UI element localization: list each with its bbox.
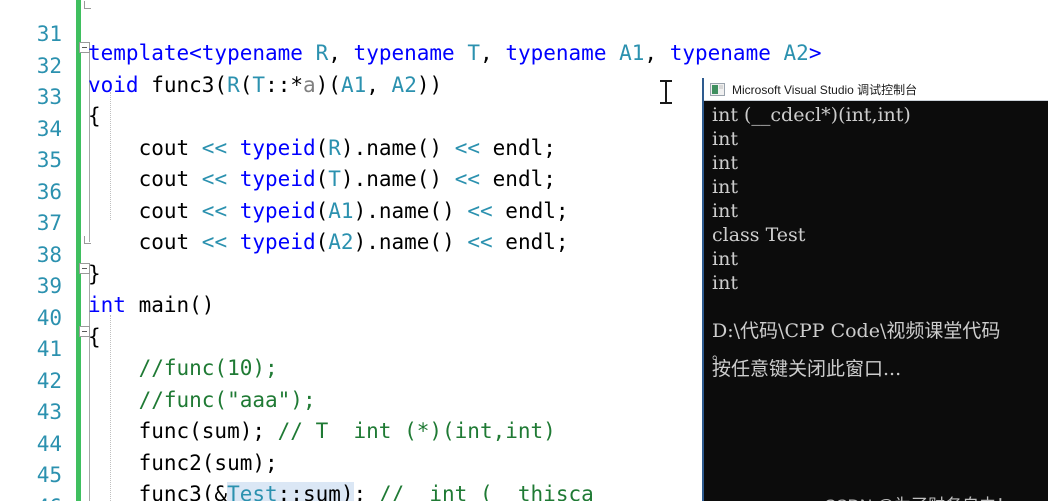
debug-console-window[interactable]: Microsoft Visual Studio 调试控制台 int (__cde… (702, 78, 1048, 501)
text-ibeam-cursor (659, 79, 673, 105)
console-output-line: int (712, 176, 738, 198)
console-output-line: int (712, 200, 738, 222)
console-output-line: int (__cdecl*)(int,int) (712, 104, 911, 126)
line-number: 46 (0, 492, 62, 501)
code-line-32[interactable]: 32 void func3(R(T::*a)(A1, A2)) (0, 32, 1048, 97)
code-line-31[interactable]: 31 template<typename R, typename T, type… (0, 0, 1048, 65)
console-title-bar[interactable]: Microsoft Visual Studio 调试控制台 (704, 78, 1048, 101)
console-title-text: Microsoft Visual Studio 调试控制台 (732, 82, 918, 97)
console-output-line: int (712, 128, 738, 150)
console-output-line: int (712, 272, 738, 294)
vs-code-editor-screenshot: 31 template<typename R, typename T, type… (0, 0, 1048, 501)
ibeam-stem (665, 81, 667, 103)
console-app-icon (710, 82, 725, 96)
console-prompt-line: 按任意键关闭此窗口... (712, 358, 902, 380)
console-output-area[interactable]: int (__cdecl*)(int,int) int int int int … (704, 101, 1048, 501)
console-output-line: int (712, 152, 738, 174)
console-path-line: D:\代码\CPP Code\视频课堂代码 (712, 320, 1001, 342)
console-output-line: class Test (712, 224, 806, 246)
console-output-line: int (712, 248, 738, 270)
csdn-watermark: CSDN @为了财务自由！ (824, 491, 1013, 501)
ibeam-bottom-bar (660, 102, 672, 104)
